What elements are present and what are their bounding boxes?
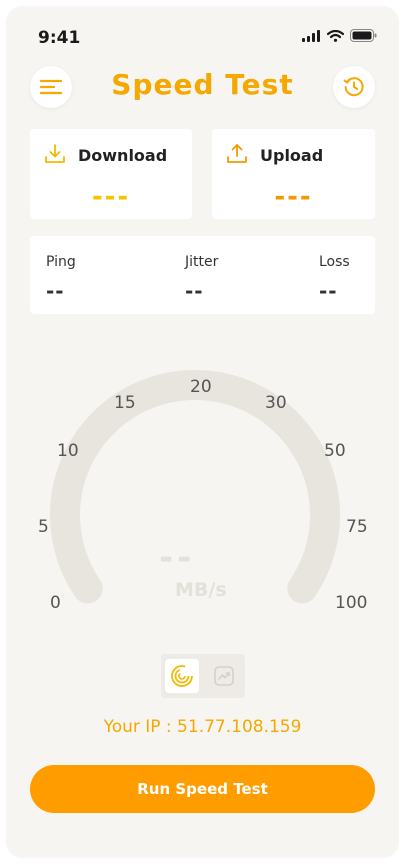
graph-mode-button[interactable] <box>207 659 241 693</box>
run-speed-test-button[interactable]: Run Speed Test <box>30 765 375 813</box>
gauge-unit: MB/s <box>175 579 227 601</box>
gauge-tick: 50 <box>324 441 346 461</box>
gauge-mode-button[interactable] <box>165 659 199 693</box>
gauge-value: -- <box>159 538 196 578</box>
gauge-tick: 75 <box>346 517 368 537</box>
graph-mode-icon <box>214 666 234 686</box>
gauge-tick: 15 <box>114 393 136 413</box>
gauge-tick: 100 <box>335 593 368 613</box>
gauge-tick: 10 <box>57 441 79 461</box>
gauge-tick: 30 <box>265 393 287 413</box>
view-mode-toggle <box>161 654 245 698</box>
gauge-mode-icon <box>171 665 193 687</box>
gauge-tick: 20 <box>190 377 212 397</box>
gauge-tick: 5 <box>38 517 49 537</box>
ip-address: Your IP : 51.77.108.159 <box>103 717 302 737</box>
gauge-tick: 0 <box>50 593 61 613</box>
phone-screen: 9:41 Speed Test Download --- Upload --- … <box>6 6 399 858</box>
speed-gauge <box>50 370 340 604</box>
